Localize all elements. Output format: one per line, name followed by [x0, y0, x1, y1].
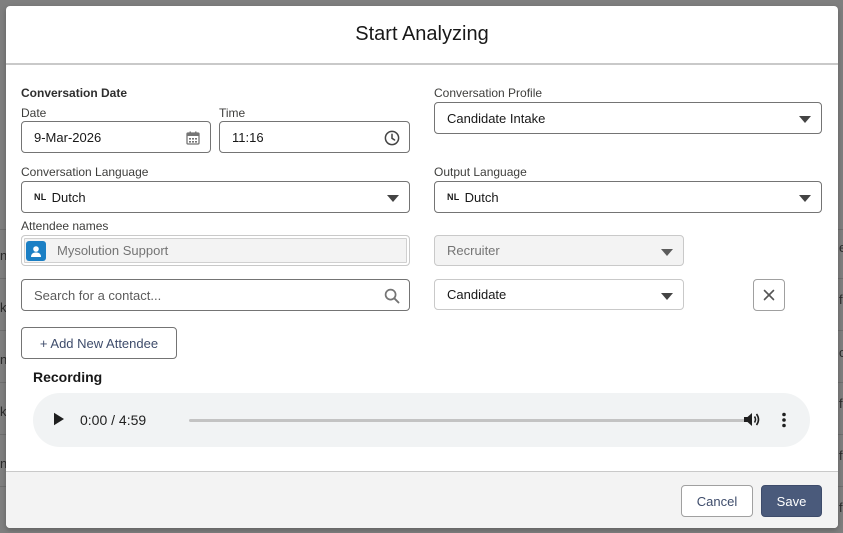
playback-progress-bar[interactable]: [189, 419, 747, 422]
chevron-down-icon: [387, 195, 399, 202]
add-new-attendee-button[interactable]: + Add New Attendee: [21, 327, 177, 359]
contact-icon: [26, 240, 46, 261]
volume-icon[interactable]: [743, 411, 761, 433]
attendee-names-label: Attendee names: [21, 219, 109, 233]
search-icon[interactable]: [384, 288, 400, 304]
close-icon: [763, 289, 775, 301]
start-analyzing-modal: Start Analyzing Conversation Date Date 9…: [6, 6, 838, 528]
conversation-language-value: Dutch: [51, 189, 86, 205]
contact-search-placeholder: Search for a contact...: [34, 287, 162, 303]
remove-attendee-button[interactable]: [753, 279, 785, 311]
modal-header: Start Analyzing: [6, 6, 838, 65]
date-value: 9-Mar-2026: [34, 129, 102, 145]
output-language-label: Output Language: [434, 165, 527, 179]
attendee-name-field: Mysolution Support: [21, 235, 410, 266]
output-language-select[interactable]: NL Dutch: [434, 181, 822, 213]
time-label: Time: [219, 106, 246, 120]
more-vertical-icon[interactable]: [781, 412, 787, 433]
modal-footer: Cancel Save: [6, 471, 838, 528]
time-input[interactable]: 11:16: [219, 121, 410, 153]
chevron-down-icon: [799, 195, 811, 202]
recording-heading: Recording: [33, 369, 103, 385]
nl-flag-icon: NL: [34, 192, 47, 202]
save-button[interactable]: Save: [761, 485, 822, 517]
contact-search-input[interactable]: Search for a contact...: [21, 279, 410, 311]
conversation-date-heading: Conversation Date: [21, 86, 128, 100]
conversation-profile-label: Conversation Profile: [434, 86, 543, 100]
play-icon[interactable]: [53, 412, 65, 431]
cancel-button[interactable]: Cancel: [681, 485, 753, 517]
playback-time: 0:00 / 4:59: [80, 412, 147, 428]
conversation-language-label: Conversation Language: [21, 165, 149, 179]
new-attendee-role-value: Candidate: [447, 287, 507, 302]
bg-text-fragment: e: [839, 240, 843, 255]
chevron-down-icon: [661, 293, 673, 300]
bg-text-fragment: f: [839, 448, 843, 463]
chevron-down-icon: [799, 116, 811, 123]
conversation-profile-value: Candidate Intake: [447, 110, 546, 126]
date-input[interactable]: 9-Mar-2026: [21, 121, 211, 153]
calendar-icon[interactable]: [185, 130, 201, 146]
time-value: 11:16: [232, 129, 264, 145]
bg-text-fragment: f: [839, 500, 843, 515]
bg-text-fragment: f: [839, 396, 843, 411]
chevron-down-icon: [661, 249, 673, 256]
new-attendee-role-select[interactable]: Candidate: [434, 279, 684, 310]
attendee-name-value: Mysolution Support: [57, 243, 169, 258]
output-language-value: Dutch: [464, 189, 499, 205]
modal-body: Conversation Date Date 9-Mar-2026 Time 1…: [6, 65, 838, 471]
modal-title: Start Analyzing: [355, 23, 489, 45]
audio-player[interactable]: 0:00 / 4:59: [33, 393, 810, 447]
bg-text-fragment: f: [839, 292, 843, 307]
attendee-role-value: Recruiter: [447, 243, 500, 258]
date-label: Date: [21, 106, 47, 120]
bg-text-fragment: c: [839, 345, 843, 360]
conversation-profile-select[interactable]: Candidate Intake: [434, 102, 822, 134]
attendee-role-select: Recruiter: [434, 235, 684, 266]
nl-flag-icon: NL: [447, 192, 460, 202]
clock-icon[interactable]: [384, 130, 400, 146]
conversation-language-select[interactable]: NL Dutch: [21, 181, 410, 213]
